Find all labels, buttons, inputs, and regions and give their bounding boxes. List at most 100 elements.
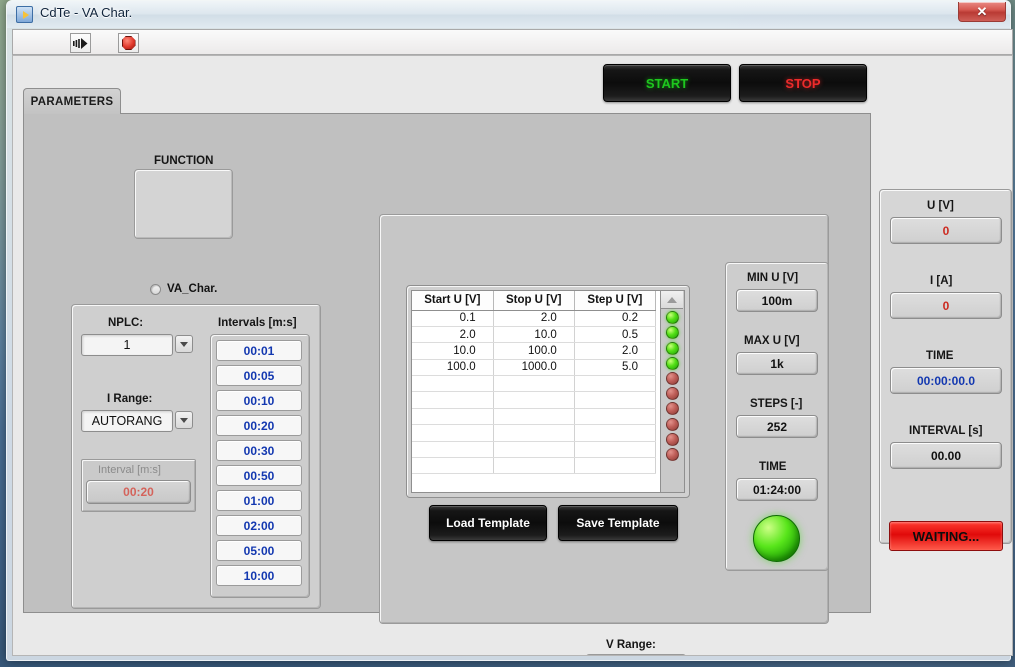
radio-va-char[interactable]: VA_Char.: [150, 278, 217, 300]
interval-option-5[interactable]: 00:50: [216, 465, 302, 486]
stop-button[interactable]: STOP: [739, 64, 867, 102]
cell-stop-u[interactable]: 1000.0: [493, 359, 575, 377]
vrange-label: V Range:: [606, 639, 656, 651]
cell-stop-u[interactable]: 10.0: [493, 326, 575, 344]
cell-start-u[interactable]: 10.0: [412, 342, 494, 360]
min-u-value: 100m: [736, 289, 818, 312]
row-led: [666, 402, 679, 416]
cell-stop-u[interactable]: 100.0: [493, 342, 575, 360]
min-u-label: MIN U [V]: [747, 272, 799, 284]
interval-value: 00:20: [86, 480, 191, 504]
vrange-frame: [586, 654, 686, 655]
run-arrow-glyph: [73, 37, 88, 49]
row-status-led-column: [660, 291, 684, 492]
u-value: 0: [890, 217, 1002, 244]
save-template-button[interactable]: Save Template: [558, 505, 678, 541]
cell-step-u[interactable]: 2.0: [574, 342, 657, 360]
row-led: [666, 326, 679, 340]
interval-option-1[interactable]: 00:05: [216, 365, 302, 386]
table-row[interactable]: [412, 424, 657, 442]
interval-option-8[interactable]: 05:00: [216, 540, 302, 561]
i-label: I [A]: [930, 275, 953, 287]
nplc-value[interactable]: 1: [81, 334, 173, 356]
row-led: [666, 432, 679, 446]
row-led: [666, 447, 679, 461]
status-badge: WAITING...: [889, 521, 1003, 551]
table-row[interactable]: 2.0 10.0 0.5: [412, 326, 657, 344]
cell-step-u[interactable]: 5.0: [574, 359, 657, 377]
radio-dot-icon: [150, 283, 161, 295]
nplc-label: NPLC:: [108, 317, 144, 329]
row-led: [666, 356, 679, 370]
chevron-down-icon[interactable]: [175, 335, 193, 353]
table-inner: Start U [V] Stop U [V] Step U [V] 0.1 2.…: [411, 290, 685, 493]
row-led: [666, 341, 679, 355]
column-header-stop-u: Stop U [V]: [493, 291, 575, 311]
irange-combo[interactable]: AUTORANG: [81, 410, 197, 434]
cell-start-u[interactable]: 2.0: [412, 326, 494, 344]
summary-time-value: 01:24:00: [736, 478, 818, 501]
interval-option-3[interactable]: 00:20: [216, 415, 302, 436]
interval-label: Interval [m:s]: [98, 464, 161, 476]
table-row[interactable]: [412, 408, 657, 426]
u-label: U [V]: [927, 200, 954, 212]
tab-parameters[interactable]: PARAMETERS: [23, 88, 121, 114]
interval-option-0[interactable]: 00:01: [216, 340, 302, 361]
interval-option-2[interactable]: 00:10: [216, 390, 302, 411]
irange-value[interactable]: AUTORANG: [81, 410, 173, 432]
interval-option-7[interactable]: 02:00: [216, 515, 302, 536]
cell-start-u[interactable]: 100.0: [412, 359, 494, 377]
monitor-interval-label: INTERVAL [s]: [909, 425, 983, 437]
monitor-time-value: 00:00:00.0: [890, 367, 1002, 394]
cell-step-u[interactable]: 0.5: [574, 326, 657, 344]
chevron-down-icon[interactable]: [175, 411, 193, 429]
voltage-sweep-table[interactable]: Start U [V] Stop U [V] Step U [V] 0.1 2.…: [406, 285, 690, 498]
table-row[interactable]: [412, 441, 657, 459]
steps-label: STEPS [-]: [750, 398, 803, 410]
irange-label: I Range:: [107, 393, 153, 405]
load-template-button[interactable]: Load Template: [429, 505, 547, 541]
labview-vi-icon: [16, 6, 33, 23]
start-button[interactable]: START: [603, 64, 731, 102]
table-row[interactable]: 100.0 1000.0 5.0: [412, 359, 657, 377]
abort-octagon-glyph: [121, 36, 136, 50]
table-row[interactable]: [412, 457, 657, 475]
table-row[interactable]: [412, 375, 657, 393]
application-window: CdTe - VA Char. ✕ START STOP PARAMETERS …: [6, 0, 1013, 661]
monitor-interval-value: 00.00: [890, 442, 1002, 469]
cell-step-u[interactable]: 0.2: [574, 310, 657, 327]
tab-page-parameters: FUNCTION VA_Char. VA_Char(Time) I = f(Ti…: [23, 113, 871, 655]
function-radio-frame: [134, 169, 233, 239]
table-grid: Start U [V] Stop U [V] Step U [V] 0.1 2.…: [412, 291, 657, 475]
close-button[interactable]: ✕: [958, 2, 1006, 22]
run-arrow-icon[interactable]: [70, 33, 91, 53]
radio-label: VA_Char.: [167, 283, 218, 295]
scroll-up-arrow-icon[interactable]: [661, 291, 683, 309]
column-header-step-u: Step U [V]: [574, 291, 657, 311]
cell-stop-u[interactable]: 2.0: [493, 310, 575, 327]
abort-stop-icon[interactable]: [118, 33, 139, 53]
front-panel: START STOP PARAMETERS FUNCTION VA_Char. …: [12, 55, 1013, 656]
row-led: [666, 311, 679, 325]
interval-option-6[interactable]: 01:00: [216, 490, 302, 511]
max-u-label: MAX U [V]: [744, 335, 800, 347]
monitor-time-label: TIME: [926, 350, 954, 362]
table-row[interactable]: 10.0 100.0 2.0: [412, 342, 657, 360]
vi-toolbar: [12, 29, 1013, 55]
max-u-value: 1k: [736, 352, 818, 375]
window-title: CdTe - VA Char.: [40, 5, 133, 20]
nplc-combo[interactable]: 1: [81, 334, 197, 358]
summary-time-label: TIME: [759, 461, 787, 473]
intervals-title: Intervals [m:s]: [218, 317, 297, 329]
i-value: 0: [890, 292, 1002, 319]
table-row[interactable]: 0.1 2.0 0.2: [412, 310, 657, 327]
column-header-start-u: Start U [V]: [412, 291, 494, 311]
row-led: [666, 371, 679, 385]
table-header-row: Start U [V] Stop U [V] Step U [V]: [412, 291, 657, 311]
steps-value: 252: [736, 415, 818, 438]
table-row[interactable]: [412, 391, 657, 409]
function-group-label: FUNCTION: [154, 155, 214, 167]
interval-option-9[interactable]: 10:00: [216, 565, 302, 586]
interval-option-4[interactable]: 00:30: [216, 440, 302, 461]
cell-start-u[interactable]: 0.1: [412, 310, 494, 327]
